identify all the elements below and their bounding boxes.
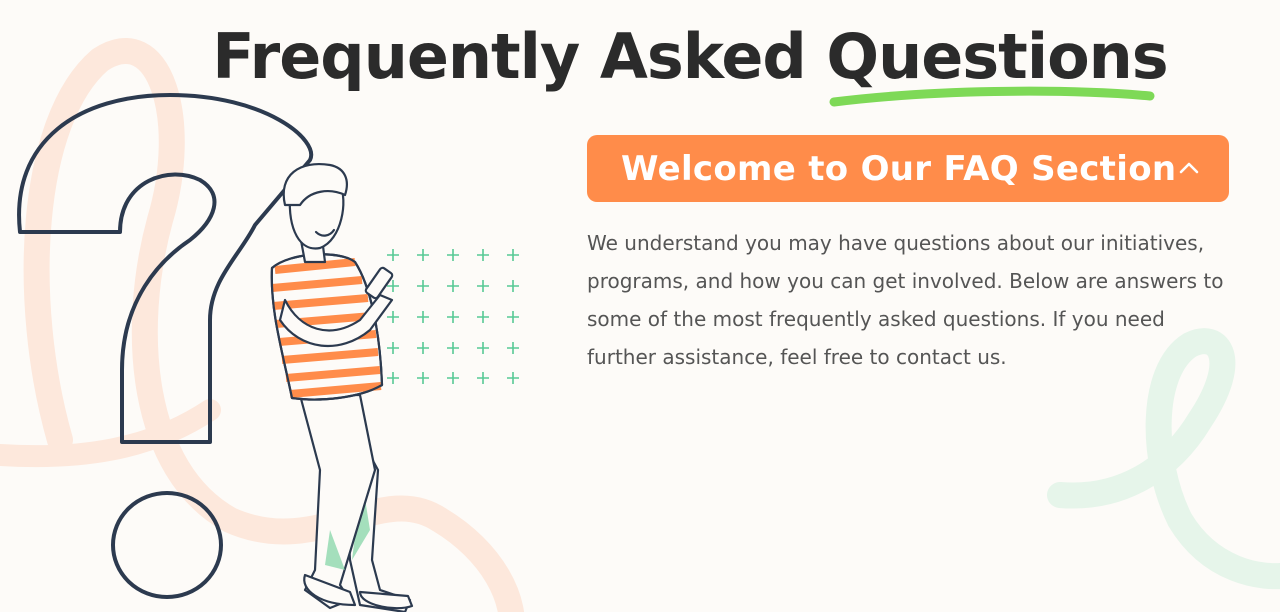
faq-answer: We understand you may have questions abo… xyxy=(587,231,1224,369)
decorative-swirl-left xyxy=(23,38,524,612)
decorative-swirl-right xyxy=(1047,328,1280,590)
person-illustration xyxy=(270,162,414,612)
faq-accordion-header[interactable]: Welcome to Our FAQ Section xyxy=(587,135,1229,202)
chevron-up-icon[interactable] xyxy=(1177,156,1201,180)
faq-question: Welcome to Our FAQ Section xyxy=(621,148,1177,189)
plus-pattern xyxy=(386,249,520,385)
page-title: Frequently Asked Questions xyxy=(212,20,1168,93)
